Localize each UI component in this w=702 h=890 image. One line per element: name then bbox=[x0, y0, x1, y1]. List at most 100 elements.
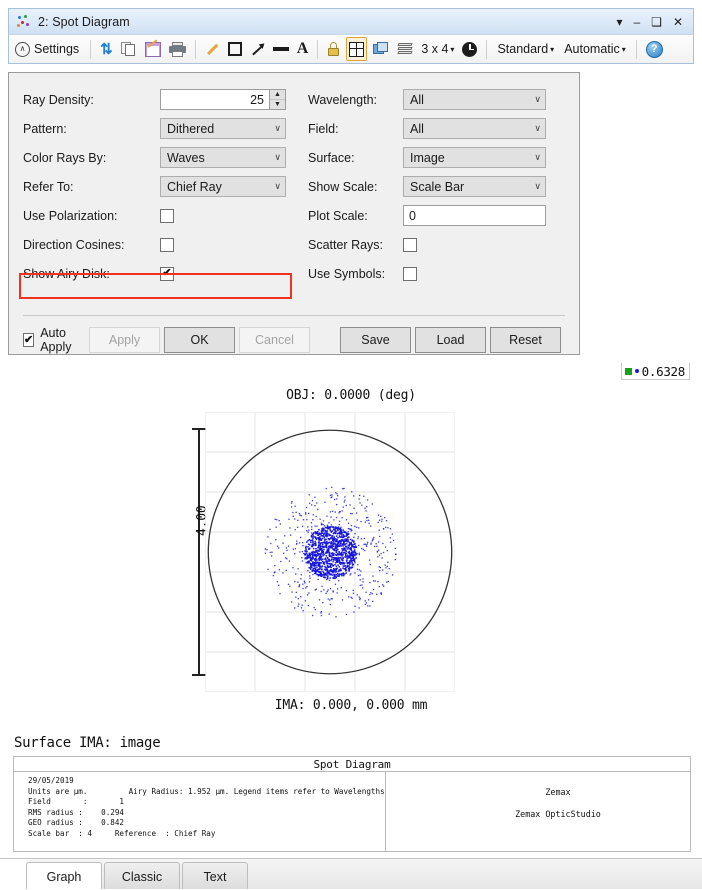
refresh-icon[interactable]: ⇅ bbox=[98, 37, 115, 61]
settings-row: Pattern:Dithered∨ bbox=[23, 114, 293, 143]
settings-label-1: Field: bbox=[308, 122, 403, 136]
reset-button[interactable]: Reset bbox=[490, 327, 561, 353]
checkbox-scatterrays[interactable]: ✔ bbox=[403, 238, 417, 252]
combo-referto[interactable]: Chief Ray∨ bbox=[160, 176, 286, 197]
square-icon[interactable] bbox=[226, 37, 244, 61]
checkbox-usepolarization[interactable]: ✔ bbox=[160, 209, 174, 223]
settings-row: Color Rays By:Waves∨ bbox=[23, 143, 293, 172]
combo-value: All bbox=[410, 122, 534, 136]
settings-row: Field:All∨ bbox=[308, 114, 563, 143]
lock-icon[interactable] bbox=[325, 37, 342, 61]
spinner-down-icon[interactable]: ▼ bbox=[270, 100, 285, 109]
spinner-value[interactable]: 25 bbox=[160, 89, 269, 110]
toolbar-divider bbox=[317, 40, 318, 59]
toolbar: ∧ Settings ⇅ A 3 x 4 ▾ Standard ▾ Automa… bbox=[8, 34, 694, 64]
chevron-down-icon: ∨ bbox=[534, 152, 541, 163]
combo-value: All bbox=[410, 93, 534, 107]
legend-box-icon bbox=[625, 368, 632, 375]
line-icon[interactable] bbox=[271, 37, 291, 61]
grid-size-dropdown[interactable]: 3 x 4 ▾ bbox=[419, 37, 456, 61]
minimize-icon[interactable]: – bbox=[633, 16, 640, 28]
print-icon[interactable] bbox=[167, 37, 188, 61]
scale-bar bbox=[198, 428, 200, 676]
settings-row: Refer To:Chief Ray∨ bbox=[23, 172, 293, 201]
footer-header: Spot Diagram bbox=[14, 757, 690, 772]
style-label: Standard bbox=[497, 42, 548, 56]
legend-dot-icon bbox=[635, 369, 639, 373]
combo-value: Chief Ray bbox=[167, 180, 274, 194]
input-plotscale[interactable]: 0 bbox=[403, 205, 546, 226]
ok-button[interactable]: OK bbox=[164, 327, 235, 353]
window-title: 2: Spot Diagram bbox=[38, 15, 130, 29]
footer-left-text: 29/05/2019 Units are µm. Airy Radius: 1.… bbox=[14, 772, 385, 851]
settings-label-0: Ray Density: bbox=[23, 93, 160, 107]
auto-apply-group[interactable]: ✔ Auto Apply bbox=[23, 326, 81, 354]
chevron-down-icon: ∨ bbox=[534, 123, 541, 134]
spinner-buttons[interactable]: ▲▼ bbox=[269, 89, 286, 110]
maximize-icon[interactable]: ❑ bbox=[651, 16, 662, 28]
spinner-up-icon[interactable]: ▲ bbox=[270, 90, 285, 100]
copy-icon[interactable] bbox=[119, 37, 139, 61]
help-icon[interactable]: ? bbox=[644, 37, 665, 61]
chevron-down-icon: ∨ bbox=[534, 181, 541, 192]
settings-label-3: Refer To: bbox=[23, 180, 160, 194]
settings-label-6: Show Airy Disk: bbox=[23, 267, 160, 281]
clock-icon[interactable] bbox=[460, 37, 479, 61]
pencil-icon[interactable] bbox=[203, 37, 222, 61]
chevron-down-icon: ▾ bbox=[550, 45, 554, 54]
combo-wavelength[interactable]: All∨ bbox=[403, 89, 546, 110]
grid-layout-icon[interactable] bbox=[346, 37, 367, 61]
settings-label-6: Use Symbols: bbox=[308, 267, 403, 281]
spot-plot-canvas bbox=[205, 412, 455, 692]
settings-row: Direction Cosines:✔ bbox=[23, 230, 293, 259]
mode-dropdown[interactable]: Automatic ▾ bbox=[561, 37, 629, 61]
window-menu-icon[interactable]: ▾ bbox=[616, 16, 622, 28]
checkbox-directioncosines[interactable]: ✔ bbox=[160, 238, 174, 252]
style-dropdown[interactable]: Standard ▾ bbox=[494, 37, 557, 61]
auto-apply-checkbox[interactable]: ✔ bbox=[23, 333, 34, 347]
combo-colorraysby[interactable]: Waves∨ bbox=[160, 147, 286, 168]
chevron-up-icon: ∧ bbox=[15, 42, 30, 57]
combo-value: Image bbox=[410, 151, 534, 165]
checkbox-showairydisk[interactable]: ✔ bbox=[160, 267, 174, 281]
cancel-button[interactable]: Cancel bbox=[239, 327, 310, 353]
settings-column-right: Wavelength:All∨Field:All∨Surface:Image∨S… bbox=[308, 85, 563, 288]
apply-button[interactable]: Apply bbox=[89, 327, 160, 353]
combo-field[interactable]: All∨ bbox=[403, 118, 546, 139]
spot-diagram-plot[interactable] bbox=[205, 412, 455, 692]
settings-label-4: Use Polarization: bbox=[23, 209, 160, 223]
arrow-icon[interactable] bbox=[248, 37, 267, 61]
combo-pattern[interactable]: Dithered∨ bbox=[160, 118, 286, 139]
combo-value: Scale Bar bbox=[410, 180, 534, 194]
text-icon[interactable]: A bbox=[295, 37, 311, 61]
combo-value: Waves bbox=[167, 151, 274, 165]
toolbar-divider bbox=[636, 40, 637, 59]
footer-info-panel: Spot Diagram 29/05/2019 Units are µm. Ai… bbox=[13, 756, 691, 852]
tab-classic[interactable]: Classic bbox=[104, 862, 180, 890]
layers-icon[interactable] bbox=[395, 37, 415, 61]
settings-label-4: Plot Scale: bbox=[308, 209, 403, 223]
spot-diagram-window: 2: Spot Diagram ▾ – ❑ ✕ ∧ Settings ⇅ A 3… bbox=[0, 0, 702, 890]
spot-points bbox=[265, 487, 397, 618]
combo-surface[interactable]: Image∨ bbox=[403, 147, 546, 168]
checkbox-usesymbols[interactable]: ✔ bbox=[403, 267, 417, 281]
tab-text[interactable]: Text bbox=[182, 862, 248, 890]
settings-column-left: Ray Density:25▲▼ Pattern:Dithered∨Color R… bbox=[23, 85, 293, 288]
window-title-bar: 2: Spot Diagram ▾ – ❑ ✕ bbox=[8, 8, 694, 34]
tab-graph[interactable]: Graph bbox=[26, 862, 102, 890]
toolbar-divider bbox=[486, 40, 487, 59]
settings-label: Settings bbox=[34, 42, 79, 56]
load-button[interactable]: Load bbox=[415, 327, 486, 353]
settings-label-5: Direction Cosines: bbox=[23, 238, 160, 252]
chevron-down-icon: ∨ bbox=[274, 152, 281, 163]
save-button[interactable]: Save bbox=[340, 327, 411, 353]
combo-showscale[interactable]: Scale Bar∨ bbox=[403, 176, 546, 197]
close-icon[interactable]: ✕ bbox=[673, 16, 683, 28]
windows-icon[interactable] bbox=[371, 37, 391, 61]
save-chart-icon[interactable] bbox=[143, 37, 163, 61]
auto-apply-label: Auto Apply bbox=[40, 326, 81, 354]
settings-button-row: ✔ Auto Apply Apply OK Cancel Save Load R… bbox=[23, 327, 565, 353]
plot-x-label: IMA: 0.000, 0.000 mm bbox=[0, 698, 702, 713]
settings-toggle-button[interactable]: ∧ Settings bbox=[13, 37, 83, 61]
spinner-raydensity[interactable]: 25▲▼ bbox=[160, 89, 286, 110]
